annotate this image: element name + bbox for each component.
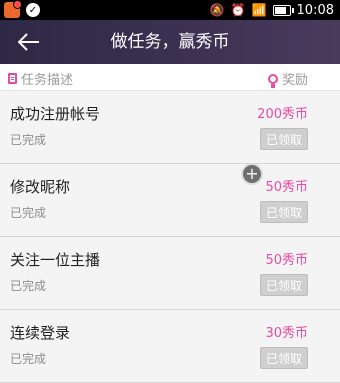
status-bar: ✓ 🔕 ⏰ 📶 10:08 <box>0 0 340 20</box>
claimed-button[interactable]: 已领取 <box>260 274 308 296</box>
task-reward: 50秀币 <box>265 180 308 195</box>
claimed-button[interactable]: 已领取 <box>260 128 308 150</box>
task-name: 关注一位主播 <box>10 251 101 269</box>
task-status: 已完成 <box>10 279 47 293</box>
task-row: 连续登录 已完成 30秀币 已领取 <box>0 310 340 383</box>
task-reward: 200秀币 <box>257 107 308 122</box>
task-name: 成功注册帐号 <box>10 105 101 123</box>
status-time: 10:08 <box>296 2 334 18</box>
claimed-button[interactable]: 已领取 <box>260 347 308 369</box>
list-column-header: 任务描述 奖励 <box>0 64 340 91</box>
task-name: 连续登录 <box>10 324 71 342</box>
column-reward: 奖励 <box>281 73 308 88</box>
task-status: 已完成 <box>10 206 47 220</box>
floating-add-button[interactable]: + <box>241 163 263 185</box>
page-title: 做任务，赢秀币 <box>110 32 230 52</box>
app-header: 做任务，赢秀币 <box>0 20 340 64</box>
app-notification-icon <box>4 0 22 18</box>
task-reward: 50秀币 <box>265 253 308 268</box>
wifi-icon: 📶 <box>251 3 267 17</box>
column-task-desc: 任务描述 <box>21 73 74 88</box>
task-status: 已完成 <box>10 133 47 147</box>
plus-icon: + <box>245 164 259 183</box>
reward-medal-icon <box>267 73 278 88</box>
alarm-icon: ⏰ <box>230 3 246 17</box>
task-name: 修改昵称 <box>10 178 71 196</box>
task-list-icon <box>8 73 17 84</box>
mute-icon: 🔕 <box>209 3 225 17</box>
task-row: 修改昵称 已完成 50秀币 已领取 <box>0 164 340 237</box>
task-row: 成功注册帐号 已完成 200秀币 已领取 <box>0 91 340 164</box>
claimed-button[interactable]: 已领取 <box>260 201 308 223</box>
task-status: 已完成 <box>10 352 47 366</box>
task-row: 关注一位主播 已完成 50秀币 已领取 <box>0 237 340 310</box>
battery-icon <box>272 4 294 16</box>
task-reward: 30秀币 <box>265 326 308 341</box>
check-circle-icon: ✓ <box>26 3 40 17</box>
